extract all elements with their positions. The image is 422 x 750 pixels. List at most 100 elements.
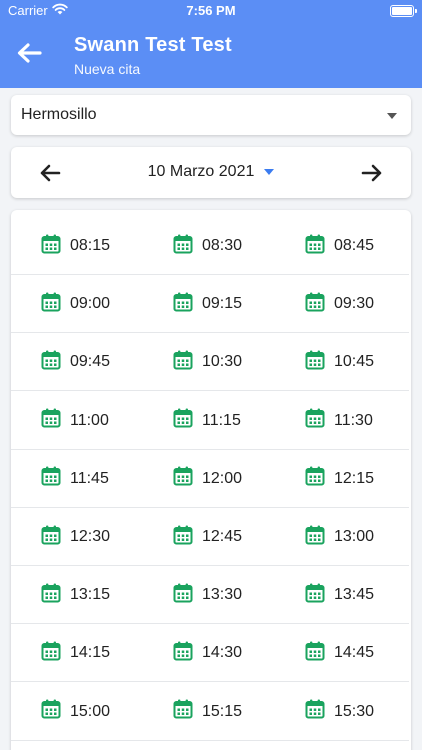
calendar-icon	[41, 234, 61, 259]
time-slot-button[interactable]: 11:00	[41, 392, 109, 450]
slot-row: 09:00 09:15 09:30	[11, 275, 409, 334]
time-slot-button[interactable]: 13:30	[173, 566, 242, 624]
time-slot-button[interactable]: 14:30	[173, 624, 242, 682]
time-slot-button[interactable]: 09:30	[305, 275, 374, 333]
next-day-button[interactable]	[355, 157, 389, 189]
slot-time-label: 13:30	[202, 586, 243, 604]
slot-time-label: 08:45	[334, 237, 375, 254]
time-slot-button[interactable]: 09:45	[41, 333, 110, 391]
time-slot-button[interactable]: 15:00	[41, 683, 110, 741]
date-label: 10 Marzo 2021	[147, 163, 255, 180]
time-slot-button[interactable]: 12:45	[173, 508, 242, 566]
slot-time-label: 11:45	[70, 469, 109, 487]
calendar-icon	[305, 408, 325, 433]
slot-row: 11:45 12:00 12:15	[11, 450, 409, 508]
time-slot-button[interactable]: 11:30	[305, 392, 373, 450]
calendar-icon	[41, 466, 61, 491]
calendar-icon	[305, 641, 325, 666]
calendar-icon	[305, 466, 325, 491]
slot-row: 12:30 12:45 13:00	[11, 508, 409, 566]
slot-time-label: 14:45	[334, 644, 375, 662]
time-slot-button[interactable]: 08:30	[173, 217, 242, 275]
calendar-icon	[41, 699, 61, 724]
slot-time-label: 09:15	[202, 295, 243, 313]
calendar-icon	[305, 234, 325, 259]
slot-time-label: 13:00	[334, 528, 375, 545]
slot-time-label: 14:15	[70, 644, 111, 662]
slot-time-label: 12:45	[202, 528, 243, 545]
calendar-icon	[173, 292, 193, 317]
location-value: Hermosillo	[21, 106, 97, 123]
time-slot-list: 08:15 08:30 08:45 09:00 09:15 09:30 09:45 10:30…	[11, 210, 411, 750]
slot-time-label: 09:30	[334, 295, 375, 313]
time-slot-button[interactable]: 15:30	[305, 683, 374, 741]
slot-time-label: 11:15	[202, 411, 241, 429]
calendar-icon	[305, 525, 325, 550]
calendar-icon	[41, 350, 61, 375]
slot-time-label: 14:30	[202, 644, 243, 662]
slot-time-label: 12:30	[70, 528, 111, 545]
calendar-icon	[305, 350, 325, 375]
slot-time-label: 13:45	[334, 586, 375, 604]
slot-row: 13:15 13:30 13:45	[11, 566, 409, 625]
calendar-icon	[173, 408, 193, 433]
time-slot-button[interactable]: 13:15	[41, 566, 110, 624]
status-time: 7:56 PM	[186, 3, 236, 18]
time-slot-button[interactable]: 11:45	[41, 450, 109, 508]
chevron-down-icon	[264, 168, 275, 175]
arrow-right-icon	[361, 164, 382, 182]
location-dropdown[interactable]: Hermosillo	[11, 95, 411, 135]
time-slot-button[interactable]: 15:15	[173, 683, 242, 741]
slot-row: 08:15 08:30 08:45	[11, 217, 409, 275]
slot-time-label: 15:00	[70, 702, 111, 720]
time-slot-button[interactable]: 09:00	[41, 275, 110, 333]
time-slot-button[interactable]: 11:15	[173, 392, 241, 450]
time-slot-button[interactable]: 08:45	[305, 217, 374, 275]
slot-time-label: 11:30	[334, 411, 373, 429]
time-slot-button[interactable]: 10:45	[305, 333, 374, 391]
calendar-icon	[173, 583, 193, 608]
time-slot-button[interactable]: 13:45	[305, 566, 374, 624]
slot-row: 11:00 11:15 11:30	[11, 392, 409, 450]
slot-time-label: 11:00	[70, 411, 109, 429]
calendar-icon	[173, 525, 193, 550]
slot-time-label: 15:30	[334, 702, 375, 720]
slot-time-label: 08:15	[70, 237, 111, 254]
app-header: Carrier 7:56 PM Swann Test Test Nueva ci…	[0, 0, 422, 88]
battery-icon	[390, 5, 417, 17]
slot-row: 15:00 15:15 15:30	[11, 683, 409, 741]
slot-row: 09:45 10:30 10:45	[11, 333, 409, 392]
calendar-icon	[173, 350, 193, 375]
calendar-icon	[41, 408, 61, 433]
calendar-icon	[41, 641, 61, 666]
slot-time-label: 10:30	[202, 353, 243, 371]
time-slot-button[interactable]: 12:00	[173, 450, 242, 508]
time-slot-button[interactable]: 09:15	[173, 275, 242, 333]
calendar-icon	[173, 641, 193, 666]
time-slot-button[interactable]: 12:30	[41, 508, 110, 566]
back-button[interactable]	[12, 36, 46, 70]
calendar-icon	[41, 583, 61, 608]
slot-time-label: 09:00	[70, 295, 111, 313]
slot-time-label: 08:30	[202, 237, 243, 254]
time-slot-button[interactable]: 08:15	[41, 217, 110, 275]
time-slot-button[interactable]: 14:15	[41, 624, 110, 682]
slot-time-label: 10:45	[334, 353, 375, 371]
slot-time-label: 09:45	[70, 353, 111, 371]
slot-row: 14:15 14:30 14:45	[11, 624, 409, 683]
slot-time-label: 15:15	[202, 702, 243, 720]
calendar-icon	[305, 292, 325, 317]
slot-time-label: 13:15	[70, 586, 111, 604]
date-picker[interactable]: 10 Marzo 2021	[11, 163, 411, 181]
arrow-left-icon	[17, 43, 42, 63]
time-slot-button[interactable]: 13:00	[305, 508, 374, 566]
slot-time-label: 12:15	[334, 469, 375, 487]
time-slot-button[interactable]: 10:30	[173, 333, 242, 391]
date-navigator: 10 Marzo 2021	[11, 147, 411, 198]
chevron-down-icon	[387, 113, 397, 119]
page-title: Swann Test Test	[74, 34, 232, 56]
time-slot-button[interactable]: 14:45	[305, 624, 374, 682]
time-slot-button[interactable]: 12:15	[305, 450, 374, 508]
calendar-icon	[41, 292, 61, 317]
calendar-icon	[305, 699, 325, 724]
